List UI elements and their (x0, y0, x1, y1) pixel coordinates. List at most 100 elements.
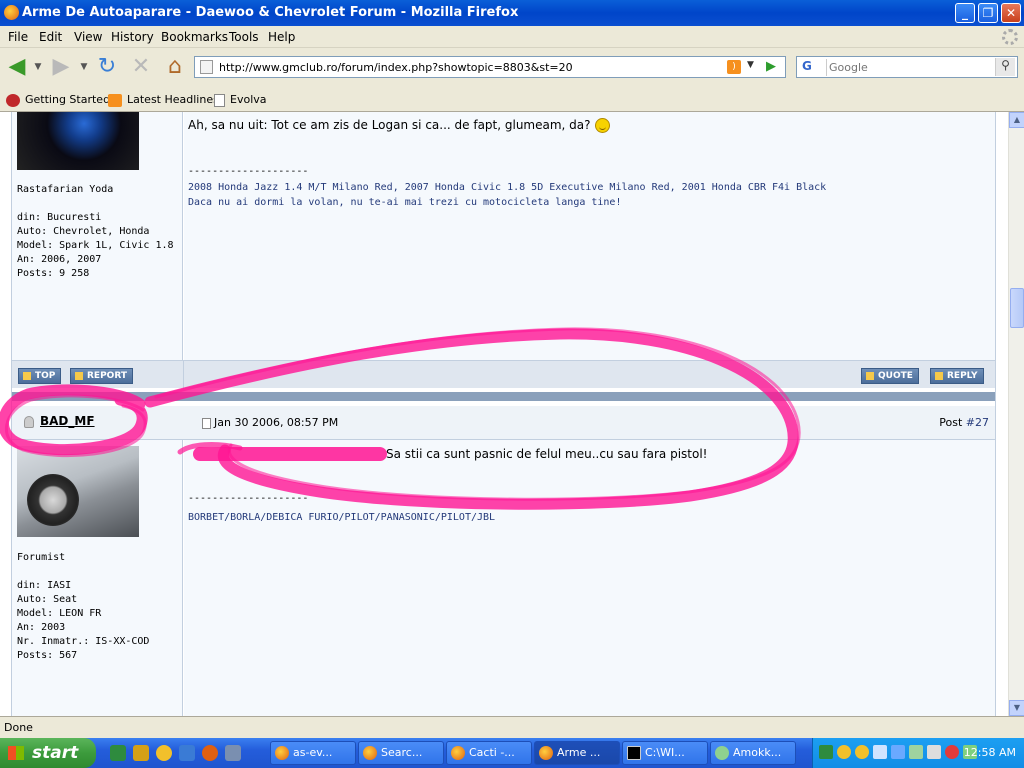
clock: 12:58 AM (963, 746, 1016, 759)
post1-year: An: 2006, 2007 (17, 254, 102, 265)
vertical-scrollbar[interactable]: ▲ ▼ (1008, 112, 1024, 716)
stop-icon[interactable]: ✕ (128, 54, 154, 80)
post1-signature-separator: -------------------- (188, 166, 309, 177)
scroll-down-icon[interactable]: ▼ (1009, 700, 1024, 716)
scroll-up-icon[interactable]: ▲ (1009, 112, 1024, 128)
post2-location: din: IASI (17, 580, 72, 591)
firefox-icon (451, 746, 465, 760)
post-icon (202, 417, 211, 429)
winamp-icon[interactable] (133, 745, 149, 761)
post2-header: BAD_MF Jan 30 2006, 08:57 PM Post #27 (12, 406, 995, 440)
post2-model: Model: LEON FR (17, 608, 102, 619)
menu-tools[interactable]: Tools (229, 30, 259, 44)
firefox-icon (275, 746, 289, 760)
address-bar[interactable]: ) ▼ ▶ (194, 56, 786, 78)
close-button[interactable]: ✕ (1001, 3, 1021, 23)
forward-icon[interactable]: ▶ (48, 54, 74, 80)
url-dropdown-icon[interactable]: ▼ (747, 60, 759, 70)
taskbar: start as-ev... Searc... Cacti -... Arme … (0, 738, 1024, 768)
smiley-icon (594, 118, 610, 133)
tray-messenger-icon[interactable] (837, 745, 851, 759)
post1-author-column: Rastafarian Yoda din: Bucuresti Auto: Ch… (12, 112, 183, 360)
back-icon[interactable]: ◀ (4, 54, 30, 80)
task-button[interactable]: C:\WI... (622, 741, 708, 765)
search-engine-icon[interactable]: G (799, 59, 827, 76)
menu-edit[interactable]: Edit (39, 30, 62, 44)
bookmark-evolva[interactable]: Evolva (214, 93, 267, 107)
firefox-quicklaunch-icon[interactable] (202, 745, 218, 761)
post2-member-title: Forumist (17, 552, 66, 563)
task-button[interactable]: Amokk... (710, 741, 796, 765)
post1-body (184, 112, 995, 360)
reply-button[interactable]: REPLY (930, 368, 984, 384)
firefox-icon (4, 5, 19, 20)
search-icon[interactable]: ⚲ (995, 58, 1015, 76)
maximize-button[interactable]: ❐ (978, 3, 998, 23)
status-bar: Done (0, 716, 1024, 738)
post2-number: Post #27 (939, 416, 989, 429)
url-input[interactable] (219, 59, 719, 75)
rss-feed-icon[interactable]: ) (727, 60, 741, 74)
post2-year: An: 2003 (17, 622, 66, 633)
menu-history[interactable]: History (111, 30, 154, 44)
system-tray: 12:58 AM (812, 738, 1024, 768)
top-button[interactable]: TOP (18, 368, 62, 384)
tray-yahoo-icon[interactable] (855, 745, 869, 759)
tray-network-icon[interactable] (873, 745, 887, 759)
report-button[interactable]: REPORT (70, 368, 133, 384)
menu-bookmarks[interactable]: Bookmarks (161, 30, 228, 44)
post1-posts: Posts: 9 258 (17, 268, 90, 279)
search-input[interactable] (829, 59, 989, 75)
tray-app-icon[interactable] (909, 745, 923, 759)
go-icon[interactable]: ▶ (766, 59, 782, 74)
tray-utorrent-icon[interactable] (819, 745, 833, 759)
post2-username[interactable]: BAD_MF (40, 414, 95, 428)
post2-body (184, 440, 995, 716)
network-icon[interactable] (225, 745, 241, 761)
post1-text: Ah, sa nu uit: Tot ce am zis de Logan si… (188, 118, 610, 133)
window-title: Arme De Autoaparare - Daewoo & Chevrolet… (22, 5, 519, 20)
window-titlebar[interactable]: Arme De Autoaparare - Daewoo & Chevrolet… (0, 0, 1024, 26)
menu-help[interactable]: Help (268, 30, 295, 44)
back-dropdown-icon[interactable]: ▼ (32, 54, 44, 80)
offline-icon (24, 416, 34, 428)
tray-app-icon[interactable] (927, 745, 941, 759)
post-permalink[interactable]: #27 (966, 416, 989, 429)
status-text: Done (4, 721, 33, 734)
post-divider (12, 392, 995, 401)
ie-icon[interactable] (179, 745, 195, 761)
menu-view[interactable]: View (74, 30, 102, 44)
task-button-active[interactable]: Arme ... (534, 741, 620, 765)
forward-dropdown-icon[interactable]: ▼ (78, 54, 90, 80)
wheel-image (27, 474, 79, 526)
forum-thread: Rastafarian Yoda din: Bucuresti Auto: Ch… (11, 112, 996, 716)
reload-icon[interactable]: ↻ (94, 54, 120, 80)
utorrent-icon[interactable] (110, 745, 126, 761)
page-bookmark-icon (214, 93, 225, 107)
messenger-icon[interactable] (156, 745, 172, 761)
home-icon[interactable]: ⌂ (162, 54, 188, 80)
cmd-icon (627, 746, 641, 760)
tray-security-icon[interactable] (945, 745, 959, 759)
post2-signature: BORBET/BORLA/DEBICA FURIO/PILOT/PANASONI… (188, 512, 496, 523)
bookmark-getting-started[interactable]: Getting Started (6, 93, 110, 107)
page-content[interactable]: Rastafarian Yoda din: Bucuresti Auto: Ch… (0, 112, 1008, 716)
tray-app-icon[interactable] (891, 745, 905, 759)
post1-actions: TOP REPORT QUOTE REPLY (12, 360, 995, 389)
windows-flag-icon (8, 746, 24, 760)
scroll-thumb[interactable] (1010, 288, 1024, 328)
post1-signature-line: Daca nu ai dormi la volan, nu te-ai mai … (188, 197, 622, 208)
post2-plate: Nr. Inmatr.: IS-XX-COD (17, 636, 150, 647)
task-button[interactable]: Cacti -... (446, 741, 532, 765)
quote-button[interactable]: QUOTE (861, 368, 919, 384)
post1-auto: Auto: Chevrolet, Honda (17, 226, 150, 237)
task-button[interactable]: as-ev... (270, 741, 356, 765)
bookmark-latest-headlines[interactable]: Latest Headlines (108, 93, 219, 107)
task-button[interactable]: Searc... (358, 741, 444, 765)
menu-file[interactable]: File (8, 30, 28, 44)
start-button[interactable]: start (0, 738, 96, 768)
minimize-button[interactable]: _ (955, 3, 975, 23)
post1-member-title: Rastafarian Yoda (17, 184, 114, 195)
search-bar[interactable]: G ⚲ (796, 56, 1018, 78)
post2-auto: Auto: Seat (17, 594, 78, 605)
